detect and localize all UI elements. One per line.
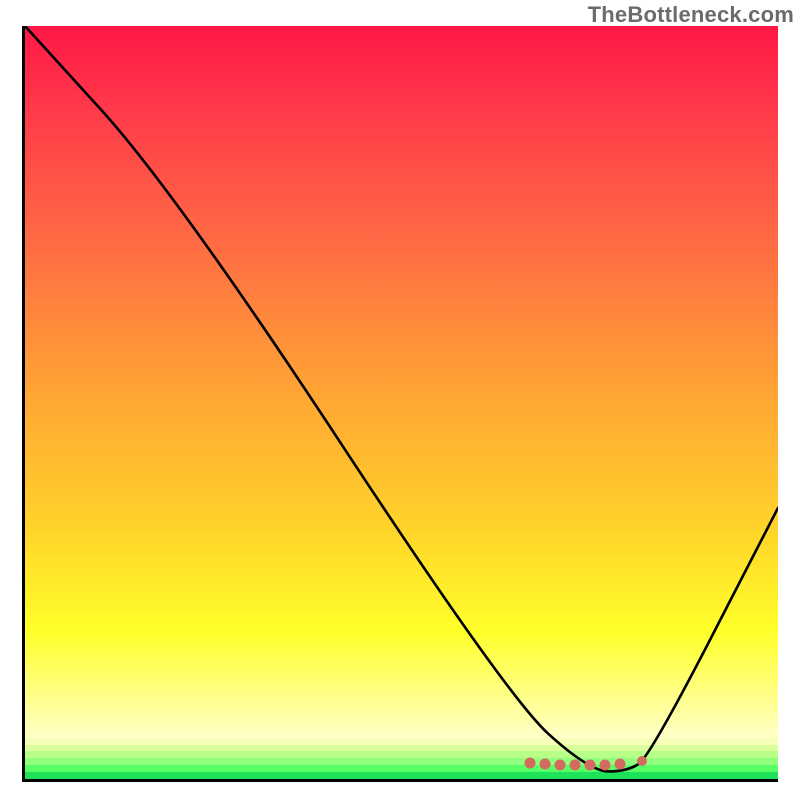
bottleneck-curve bbox=[25, 26, 778, 771]
curve-layer bbox=[25, 26, 778, 779]
plot-area bbox=[22, 26, 778, 782]
watermark-text: TheBottleneck.com bbox=[588, 2, 794, 28]
chart-container: TheBottleneck.com bbox=[0, 0, 800, 800]
